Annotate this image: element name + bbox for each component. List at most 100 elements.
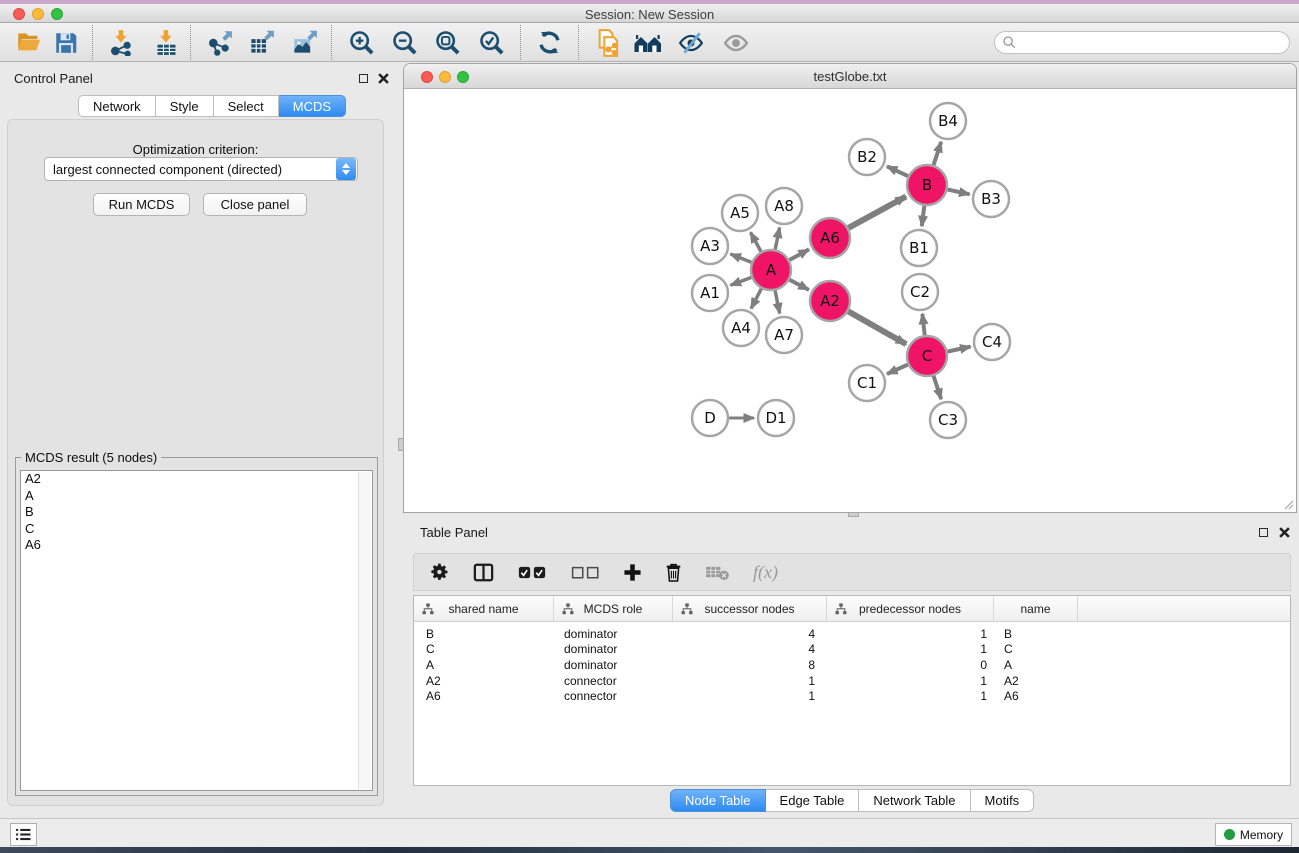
graph-node-label: A5 bbox=[730, 204, 750, 222]
toolbar-separator bbox=[92, 25, 93, 60]
table-panel-float-button[interactable] bbox=[1257, 526, 1270, 539]
network-vertical-scroll-thumb[interactable] bbox=[398, 438, 404, 451]
zoom-in-button[interactable] bbox=[345, 27, 379, 58]
result-item[interactable]: B bbox=[21, 504, 372, 521]
column-label: MCDS role bbox=[584, 602, 643, 616]
eye-icon bbox=[722, 30, 750, 56]
graph-node-label: B3 bbox=[981, 190, 1001, 208]
delete-table-icon bbox=[705, 564, 730, 581]
import-table-button[interactable] bbox=[149, 27, 183, 58]
tab-network-table[interactable]: Network Table bbox=[859, 789, 970, 812]
result-list-scrollbar[interactable] bbox=[358, 472, 371, 789]
table-cell: 4 bbox=[673, 627, 827, 641]
tab-select[interactable]: Select bbox=[214, 95, 279, 117]
tab-style[interactable]: Style bbox=[156, 95, 214, 117]
table-cell: 1 bbox=[827, 627, 994, 641]
column-header-name[interactable]: name bbox=[994, 596, 1078, 621]
split-panel-button[interactable] bbox=[473, 563, 494, 582]
export-table-button[interactable] bbox=[244, 27, 278, 58]
table-cell: A6 bbox=[414, 689, 554, 703]
apply-preferred-layout-button[interactable] bbox=[532, 27, 566, 58]
status-bar: Memory bbox=[0, 818, 1299, 847]
apply-function-button[interactable]: f(x) bbox=[753, 562, 778, 583]
show-all-button[interactable] bbox=[719, 27, 753, 58]
delete-column-button[interactable] bbox=[665, 562, 682, 583]
zoom-selected-button[interactable] bbox=[475, 27, 509, 58]
table-row[interactable]: A2connector11A2 bbox=[414, 673, 1290, 689]
checkboxes-checked-icon bbox=[517, 565, 547, 580]
column-header-successor-nodes[interactable]: successor nodes bbox=[673, 596, 827, 621]
table-cell: 1 bbox=[827, 689, 994, 703]
gear-icon bbox=[430, 562, 450, 582]
column-header-mcds-role[interactable]: MCDS role bbox=[554, 596, 673, 621]
toolbar-separator bbox=[578, 25, 579, 60]
zoom-out-button[interactable] bbox=[388, 27, 422, 58]
result-item[interactable]: A2 bbox=[21, 471, 372, 488]
tree-icon bbox=[562, 603, 574, 615]
network-canvas[interactable]: B4B2BB3A8A5A6A3B1AC2A1A2A4A7C4CC1C3DD1 bbox=[404, 89, 1296, 512]
table-row[interactable]: A6connector11A6 bbox=[414, 688, 1290, 704]
result-item[interactable]: A bbox=[21, 488, 372, 505]
resize-grip-icon[interactable] bbox=[1281, 497, 1294, 510]
control-panel-close-button[interactable] bbox=[377, 72, 390, 85]
result-item[interactable]: A6 bbox=[21, 537, 372, 554]
table-row[interactable]: Adominator80A bbox=[414, 657, 1290, 673]
add-column-button[interactable] bbox=[623, 563, 642, 582]
criterion-dropdown[interactable]: largest connected component (directed) bbox=[44, 157, 358, 181]
export-image-button[interactable] bbox=[287, 27, 321, 58]
graph-node-label: A8 bbox=[774, 197, 794, 215]
folder-open-icon bbox=[16, 29, 43, 56]
plus-icon bbox=[623, 563, 642, 582]
control-panel-float-button[interactable] bbox=[357, 72, 370, 85]
new-network-from-selection-button[interactable] bbox=[592, 27, 626, 58]
houses-icon bbox=[633, 31, 663, 55]
search-field[interactable] bbox=[994, 31, 1290, 54]
tab-mcds[interactable]: MCDS bbox=[279, 95, 346, 117]
hide-selected-button[interactable] bbox=[674, 27, 708, 58]
table-row[interactable]: Cdominator41C bbox=[414, 642, 1290, 658]
export-network-button[interactable] bbox=[202, 27, 236, 58]
eye-slash-icon bbox=[677, 30, 705, 56]
criterion-dropdown-value: largest connected component (directed) bbox=[45, 162, 336, 177]
application-window: Session: New Session bbox=[0, 0, 1299, 853]
result-item[interactable]: C bbox=[21, 521, 372, 538]
open-session-button[interactable] bbox=[12, 27, 46, 58]
tab-motifs[interactable]: Motifs bbox=[971, 789, 1035, 812]
graph-node-label: C bbox=[922, 347, 932, 365]
column-label: predecessor nodes bbox=[859, 602, 961, 616]
network-horizontal-scroll-thumb[interactable] bbox=[848, 512, 859, 517]
mcds-result-group: MCDS result (5 nodes) A2ABCA6 bbox=[15, 457, 378, 796]
close-icon bbox=[378, 73, 389, 84]
memory-button[interactable]: Memory bbox=[1215, 823, 1292, 846]
search-icon bbox=[1002, 35, 1017, 50]
first-neighbors-button[interactable] bbox=[631, 27, 665, 58]
delete-table-button[interactable] bbox=[705, 564, 730, 581]
tab-node-table[interactable]: Node Table bbox=[670, 789, 766, 812]
table-panel-close-button[interactable] bbox=[1278, 526, 1291, 539]
window-title: Session: New Session bbox=[0, 7, 1299, 22]
table-cell: 1 bbox=[827, 674, 994, 688]
memory-label: Memory bbox=[1240, 828, 1283, 842]
graph-node-label: A3 bbox=[700, 237, 720, 255]
close-panel-button[interactable]: Close panel bbox=[203, 193, 307, 216]
node-table: shared name MCDS role successor nodes pr… bbox=[413, 595, 1291, 786]
deselect-all-rows-button[interactable] bbox=[570, 565, 600, 580]
table-row[interactable]: Bdominator41B bbox=[414, 626, 1290, 642]
table-cell: C bbox=[994, 642, 1078, 656]
run-mcds-button[interactable]: Run MCDS bbox=[93, 193, 190, 216]
network-window-titlebar: testGlobe.txt bbox=[404, 64, 1296, 89]
search-input[interactable] bbox=[1017, 34, 1289, 52]
zoom-fit-button[interactable] bbox=[431, 27, 465, 58]
column-header-shared-name[interactable]: shared name bbox=[414, 596, 554, 621]
tab-network[interactable]: Network bbox=[78, 95, 156, 117]
select-all-rows-button[interactable] bbox=[517, 565, 547, 580]
table-cell: A bbox=[994, 658, 1078, 672]
table-cell: A2 bbox=[994, 674, 1078, 688]
column-header-predecessor-nodes[interactable]: predecessor nodes bbox=[827, 596, 994, 621]
table-options-button[interactable] bbox=[430, 562, 450, 582]
save-session-button[interactable] bbox=[49, 27, 83, 58]
show-panels-button[interactable] bbox=[10, 823, 37, 846]
import-network-button[interactable] bbox=[104, 27, 138, 58]
mcds-result-list[interactable]: A2ABCA6 bbox=[20, 470, 373, 791]
tab-edge-table[interactable]: Edge Table bbox=[766, 789, 860, 812]
